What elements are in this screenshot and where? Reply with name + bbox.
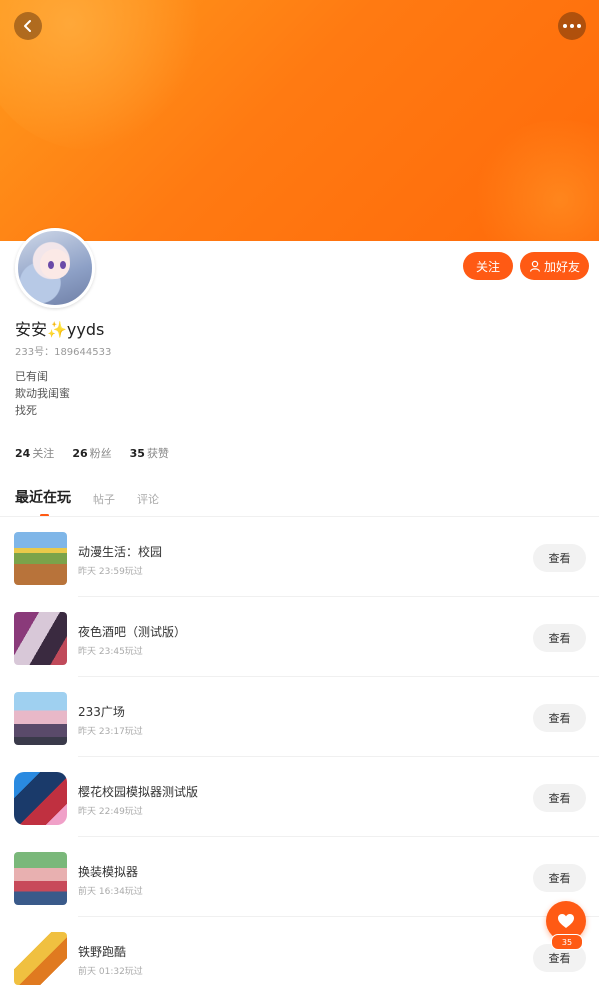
user-id: 233号：189644533: [15, 347, 112, 358]
more-button[interactable]: [558, 12, 586, 40]
game-thumbnail: [14, 932, 67, 985]
avatar[interactable]: [15, 228, 95, 308]
profile-stats: 24 关注 26 粉丝 35 获赞: [15, 445, 169, 461]
list-item[interactable]: 动漫生活：校园 昨天 23:59玩过 查看: [0, 517, 599, 597]
list-item[interactable]: 铁野跑酷 前天 01:32玩过 查看: [0, 917, 599, 997]
back-arrow-icon: [24, 20, 31, 32]
profile-banner: [0, 0, 599, 241]
game-time: 昨天 23:17玩过: [78, 727, 143, 737]
list-item[interactable]: 樱花校园模拟器测试版 昨天 22:49玩过 查看: [0, 757, 599, 837]
back-button[interactable]: [14, 12, 42, 40]
profile-tabs: 最近在玩 帖子 评论: [15, 487, 159, 507]
user-icon: [529, 260, 541, 272]
follow-label: 关注: [475, 259, 500, 274]
game-name: 铁野跑酷: [78, 945, 127, 959]
game-thumbnail: [14, 532, 67, 585]
game-name: 樱花校园模拟器测试版: [78, 785, 199, 799]
follow-button[interactable]: 关注: [463, 252, 513, 280]
game-name: 夜色酒吧（测试版）: [78, 625, 187, 639]
bio-line: 已有闺: [15, 370, 48, 383]
tab-recent-played[interactable]: 最近在玩: [15, 487, 71, 507]
game-time: 前天 16:34玩过: [78, 887, 143, 897]
add-friend-label: 加好友: [543, 259, 580, 274]
view-button[interactable]: 查看: [533, 544, 586, 572]
stat-followers[interactable]: 26 粉丝: [72, 445, 111, 461]
game-time: 昨天 22:49玩过: [78, 807, 143, 817]
recent-games-list: 动漫生活：校园 昨天 23:59玩过 查看 夜色酒吧（测试版） 昨天 23:45…: [0, 517, 599, 997]
stat-likes[interactable]: 35 获赞: [130, 445, 169, 461]
tab-comments[interactable]: 评论: [137, 491, 159, 507]
game-thumbnail: [14, 772, 67, 825]
tab-posts[interactable]: 帖子: [93, 491, 115, 507]
like-count: 35: [551, 934, 583, 950]
list-item[interactable]: 233广场 昨天 23:17玩过 查看: [0, 677, 599, 757]
bio-line: 欺动我闺蜜: [15, 387, 70, 400]
game-name: 换装模拟器: [78, 865, 139, 879]
add-friend-button[interactable]: 加好友: [520, 252, 589, 280]
game-name: 动漫生活：校园: [78, 545, 163, 559]
view-button[interactable]: 查看: [533, 624, 586, 652]
list-item[interactable]: 换装模拟器 前天 16:34玩过 查看: [0, 837, 599, 917]
game-time: 昨天 23:59玩过: [78, 567, 143, 577]
bio: 已有闺 欺动我闺蜜 找死: [15, 368, 70, 419]
username: 安安✨yyds: [15, 320, 105, 339]
bio-line: 找死: [15, 404, 37, 417]
list-item[interactable]: 夜色酒吧（测试版） 昨天 23:45玩过 查看: [0, 597, 599, 677]
game-thumbnail: [14, 852, 67, 905]
view-button[interactable]: 查看: [533, 784, 586, 812]
banner-decoration: [470, 120, 599, 241]
stat-following[interactable]: 24 关注: [15, 445, 54, 461]
more-dots-icon: [563, 24, 567, 28]
view-button[interactable]: 查看: [533, 864, 586, 892]
game-thumbnail: [14, 612, 67, 665]
game-time: 前天 01:32玩过: [78, 967, 143, 977]
game-thumbnail: [14, 692, 67, 745]
game-name: 233广场: [78, 705, 125, 719]
game-time: 昨天 23:45玩过: [78, 647, 143, 657]
view-button[interactable]: 查看: [533, 704, 586, 732]
heart-icon: [558, 914, 574, 928]
